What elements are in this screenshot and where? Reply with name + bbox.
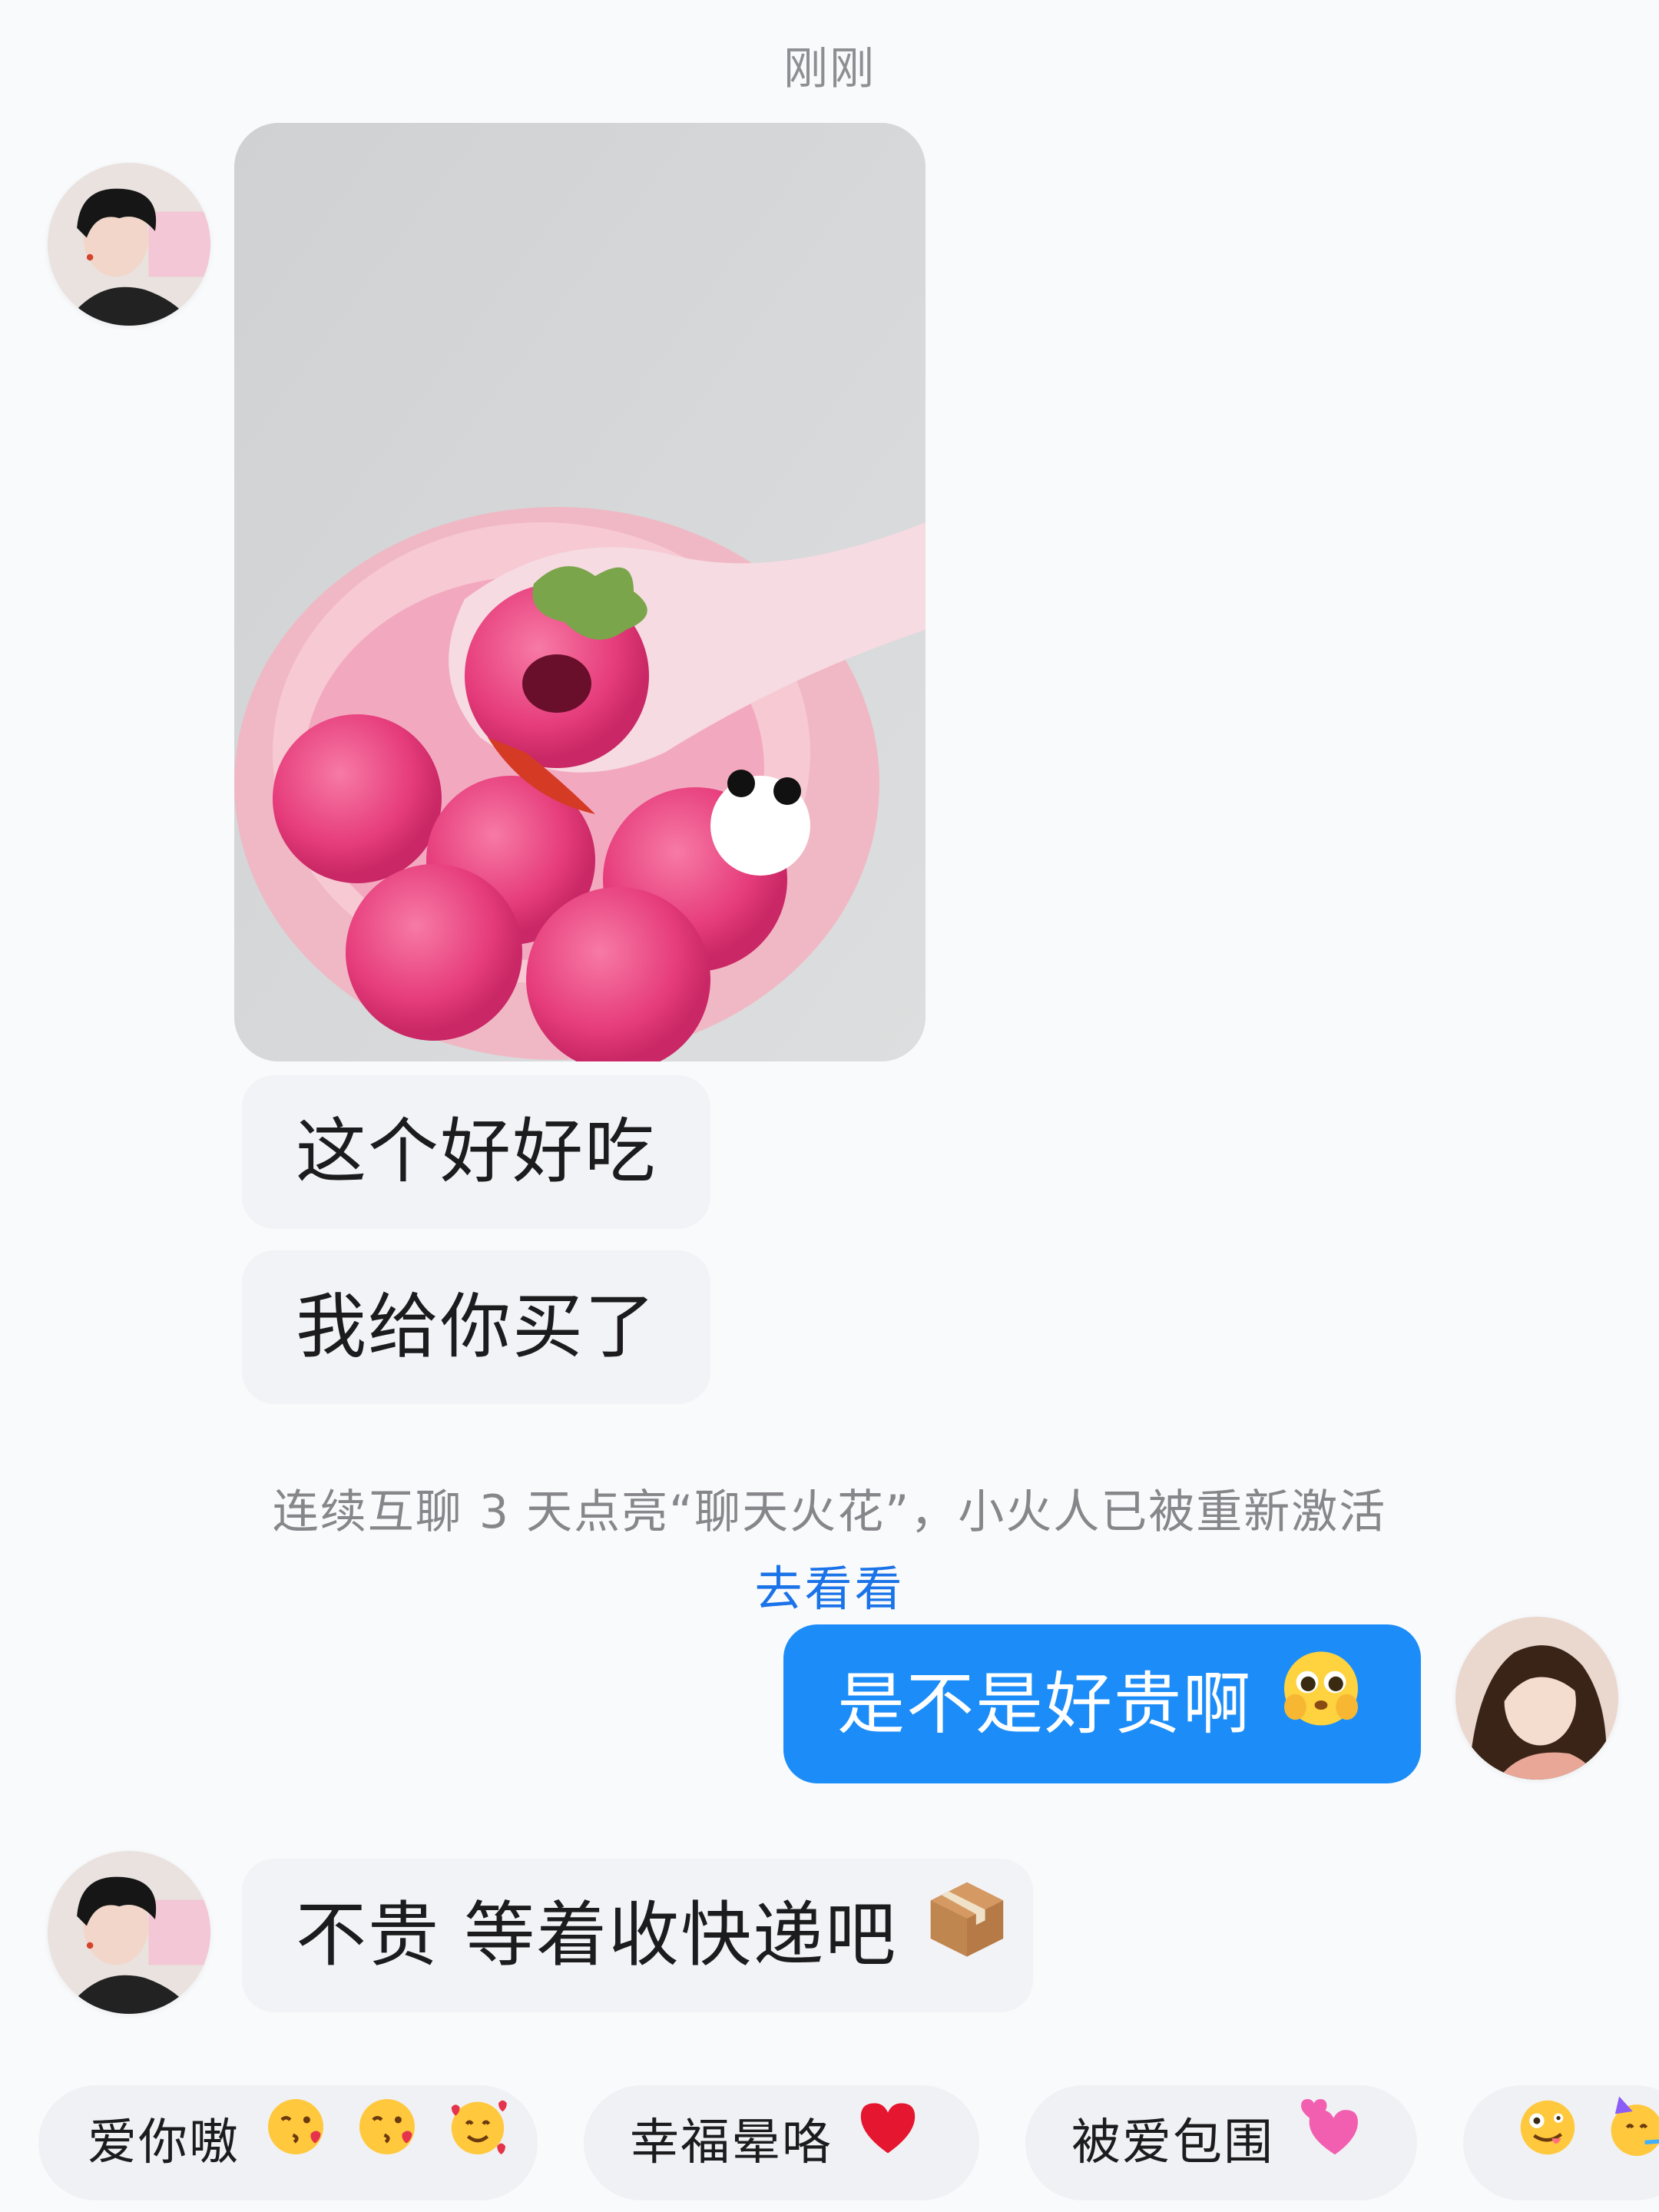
package-icon (922, 1863, 1012, 2017)
message-bubble-outgoing[interactable]: 是不是好贵啊 (783, 1624, 1421, 1783)
chat-spark-notice: 连续互聊 3 天点亮“聊天火花”，小火人已被重新激活 (272, 1485, 1387, 1539)
quick-reply-chip[interactable]: 爱你嗷 (38, 2085, 538, 2200)
quick-reply-chip[interactable]: 幸福晕咯 (584, 2085, 979, 2200)
message-bubble-incoming[interactable]: 不贵 等着收快递吧 (242, 1859, 1033, 2012)
message-bubble-incoming[interactable]: 这个好好吃 (242, 1075, 711, 1229)
contact-avatar[interactable] (48, 163, 210, 326)
message-bubble-incoming[interactable]: 我给你买了 (242, 1250, 711, 1404)
zany-face-icon (1514, 2088, 1581, 2203)
smiling-hearts-icon (443, 2088, 512, 2203)
self-avatar[interactable] (1455, 1617, 1618, 1780)
contact-avatar[interactable] (48, 1851, 210, 2014)
revolving-hearts-icon (1296, 2088, 1363, 2203)
quick-reply-bar: 爱你嗷 幸福晕咯 被爱包围 (0, 2085, 1659, 2212)
partying-face-icon (1603, 2088, 1659, 2203)
message-text: 是不是好贵啊 (837, 1664, 1253, 1743)
red-heart-icon (854, 2088, 922, 2203)
pleading-face-icon (1275, 1630, 1367, 1789)
kissing-face-icon (353, 2088, 422, 2203)
kissing-face-icon (261, 2088, 330, 2203)
message-text: 不贵 等着收快递吧 (296, 1894, 898, 1976)
timestamp: 刚刚 (783, 42, 876, 94)
view-spark-link[interactable]: 去看看 (0, 1550, 1659, 1619)
quick-reply-chip[interactable]: 被爱包围 (1025, 2085, 1417, 2200)
quick-reply-chip[interactable] (1463, 2085, 1659, 2200)
strawberry-tangyuan-photo[interactable] (234, 123, 926, 1061)
